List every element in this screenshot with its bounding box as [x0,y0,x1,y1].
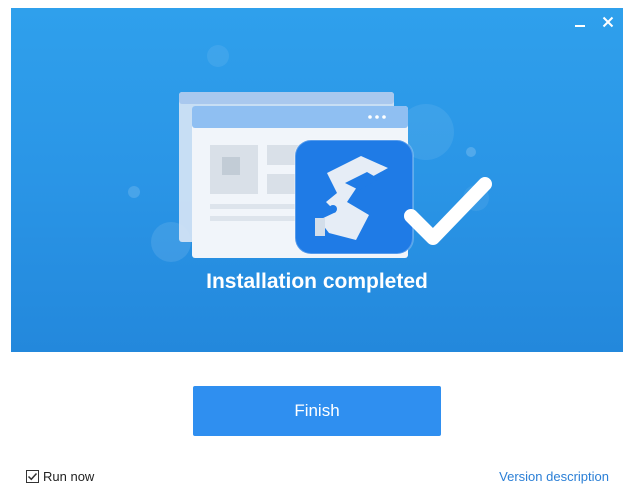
key-logo-icon [294,139,414,255]
checkbox-check-icon [27,472,38,481]
installation-status-title: Installation completed [206,270,428,293]
run-now-label: Run now [43,469,95,484]
hero-banner: Installation completed [11,8,623,352]
window-controls [571,13,617,31]
close-button[interactable] [599,13,617,31]
run-now-option[interactable]: Run now [26,469,94,484]
minimize-button[interactable] [571,13,589,31]
minimize-icon [575,25,585,27]
checkmark-icon [404,177,492,245]
close-icon [602,16,614,28]
version-description-link[interactable]: Version description [499,469,609,484]
installation-complete-illustration [128,45,492,262]
installer-window: Installation completed Finish Run now Ve… [0,0,623,489]
run-now-checkbox[interactable] [26,470,39,483]
finish-button[interactable]: Finish [193,386,441,436]
